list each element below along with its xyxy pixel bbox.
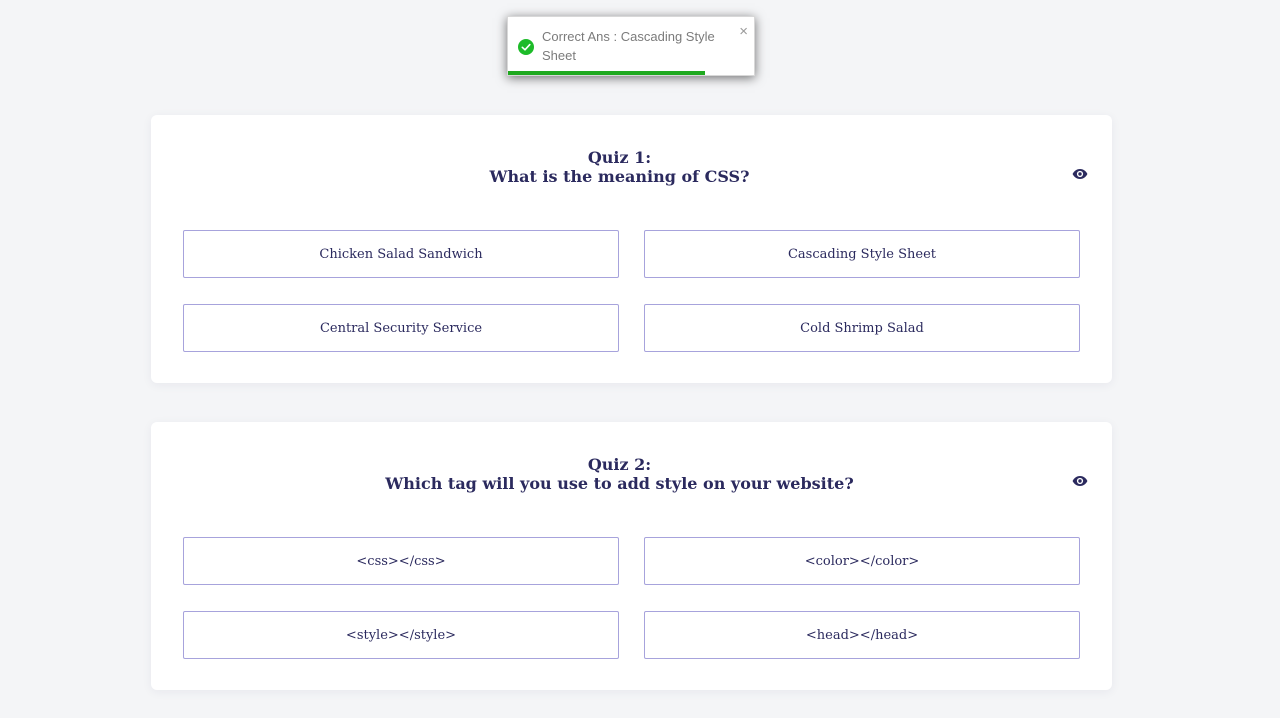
answer-option[interactable]: <head></head>: [644, 611, 1080, 659]
quiz-card-2: Quiz 2: Which tag will you use to add st…: [151, 422, 1112, 690]
toast-notification: Correct Ans : Cascading Style Sheet ×: [507, 16, 755, 76]
toast-message: Correct Ans : Cascading Style Sheet: [542, 29, 715, 63]
answer-option[interactable]: <css></css>: [183, 537, 619, 585]
eye-icon[interactable]: [1072, 168, 1088, 180]
toast-progress-bar: [508, 71, 705, 75]
answer-option[interactable]: Cold Shrimp Salad: [644, 304, 1080, 352]
eye-icon[interactable]: [1072, 475, 1088, 487]
quiz-question: Which tag will you use to add style on y…: [385, 474, 854, 493]
answer-option[interactable]: Cascading Style Sheet: [644, 230, 1080, 278]
quiz-page: Correct Ans : Cascading Style Sheet × Qu…: [0, 0, 1280, 718]
quiz-number: Quiz 1:: [587, 148, 652, 167]
quiz-number: Quiz 2:: [587, 455, 652, 474]
answer-option[interactable]: <color></color>: [644, 537, 1080, 585]
quiz-card-1: Quiz 1: What is the meaning of CSS? Chic…: [151, 115, 1112, 383]
quiz-question: What is the meaning of CSS?: [489, 167, 750, 186]
answer-option[interactable]: <style></style>: [183, 611, 619, 659]
answer-option[interactable]: Chicken Salad Sandwich: [183, 230, 619, 278]
close-icon[interactable]: ×: [739, 24, 748, 39]
quiz-title: Quiz 2: Which tag will you use to add st…: [151, 455, 1088, 493]
check-circle-icon: [518, 39, 534, 55]
answer-option[interactable]: Central Security Service: [183, 304, 619, 352]
quiz-title: Quiz 1: What is the meaning of CSS?: [151, 148, 1088, 186]
